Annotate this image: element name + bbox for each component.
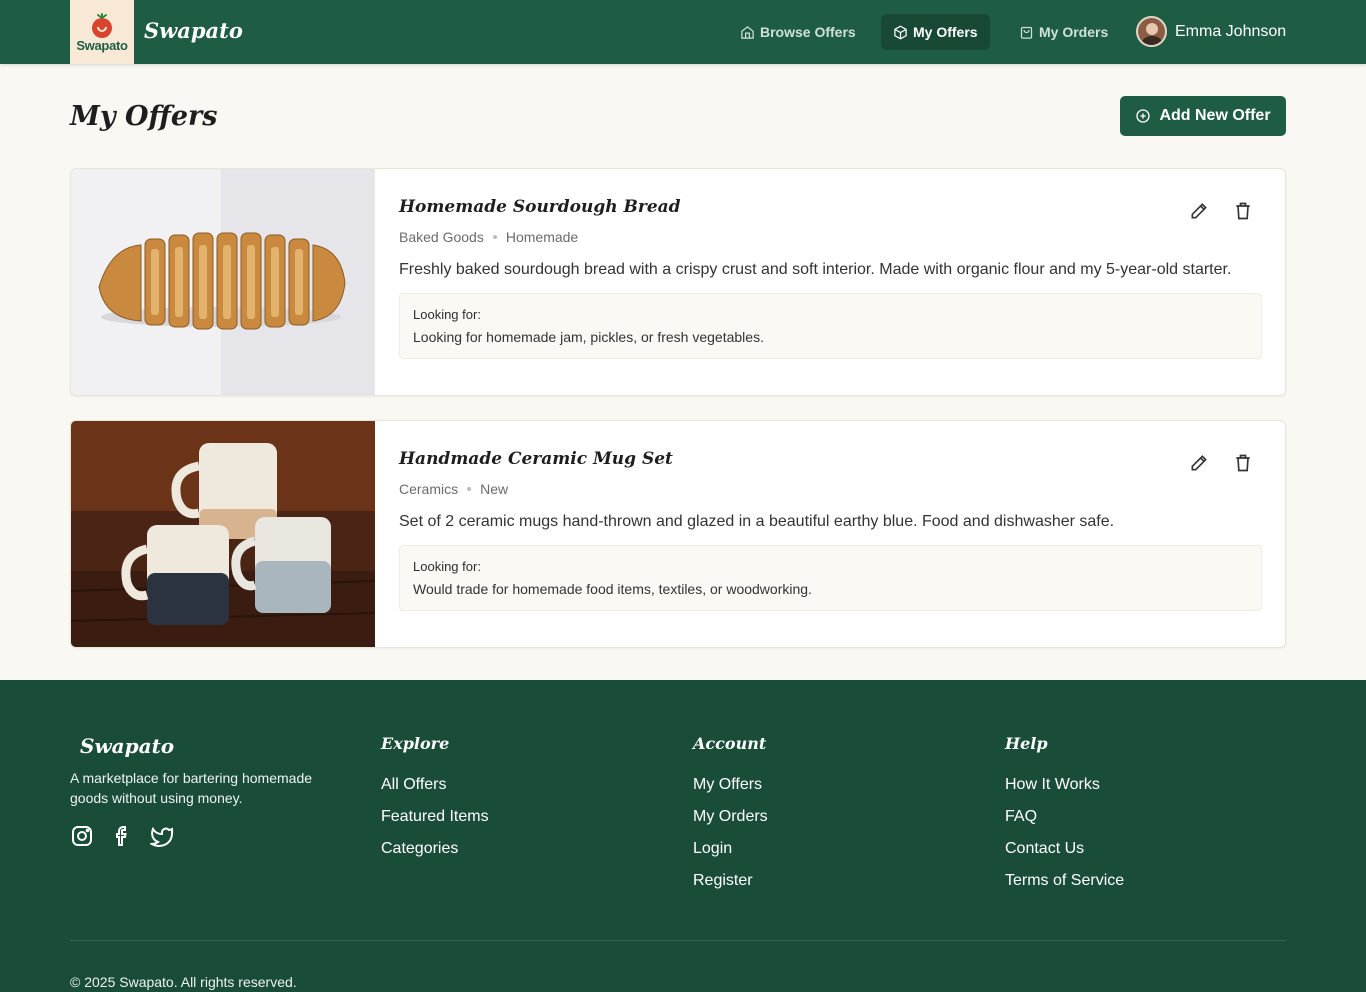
footer-tagline: A marketplace for bartering homemade goo… xyxy=(70,770,313,806)
offer-category: Baked Goods xyxy=(399,229,484,245)
footer-link-how-it-works[interactable]: How It Works xyxy=(1005,769,1124,801)
nav-my-offers[interactable]: My Offers xyxy=(881,14,990,50)
offer-description: Set of 2 ceramic mugs hand-thrown and gl… xyxy=(399,513,1115,530)
footer-divider xyxy=(70,940,1286,941)
trash-icon xyxy=(1236,454,1250,472)
footer-link-my-offers[interactable]: My Offers xyxy=(693,769,768,801)
brand-name[interactable]: Swapato xyxy=(144,18,243,43)
edit-offer-button[interactable] xyxy=(1187,451,1211,475)
nav-label: My Offers xyxy=(913,24,978,40)
offer-title: Homemade Sourdough Bread xyxy=(399,197,681,217)
facebook-icon[interactable] xyxy=(110,824,134,848)
footer-column-account: Account My Offers My Orders Login Regist… xyxy=(693,734,768,897)
package-icon xyxy=(894,25,907,39)
plus-circle-icon xyxy=(1136,109,1151,123)
looking-for-label: Looking for: xyxy=(413,559,481,574)
footer-column-explore: Explore All Offers Featured Items Catego… xyxy=(381,734,489,865)
footer-link-login[interactable]: Login xyxy=(693,833,768,865)
offer-card[interactable]: Homemade Sourdough Bread Baked Goods Hom… xyxy=(70,168,1286,396)
edit-offer-button[interactable] xyxy=(1187,199,1211,223)
home-icon xyxy=(741,25,754,39)
offer-image-bread xyxy=(71,169,375,395)
offer-meta: Baked Goods Homemade xyxy=(399,229,578,245)
footer-column-heading: Explore xyxy=(381,734,450,753)
page-title: My Offers xyxy=(70,101,218,132)
looking-for-label: Looking for: xyxy=(413,307,481,322)
offer-category: Ceramics xyxy=(399,481,459,497)
logo[interactable]: Swapato xyxy=(70,0,134,64)
footer-link-my-orders[interactable]: My Orders xyxy=(693,801,768,833)
footer-link-categories[interactable]: Categories xyxy=(381,833,489,865)
user-menu[interactable]: Emma Johnson xyxy=(1136,16,1286,47)
top-navbar: Swapato Swapato Browse Offers My Offers … xyxy=(0,0,1366,64)
looking-for-box: Looking for: Would trade for homemade fo… xyxy=(399,545,1262,611)
add-new-offer-button[interactable]: Add New Offer xyxy=(1120,96,1286,136)
footer-column-heading: Help xyxy=(1005,734,1048,753)
delete-offer-button[interactable] xyxy=(1231,451,1255,475)
footer: Swapato A marketplace for bartering home… xyxy=(0,680,1366,992)
separator-dot xyxy=(467,487,472,491)
footer-link-faq[interactable]: FAQ xyxy=(1005,801,1124,833)
separator-dot xyxy=(492,235,497,239)
footer-column-heading: Account xyxy=(693,734,767,753)
offer-condition: New xyxy=(480,481,509,497)
offer-description: Freshly baked sourdough bread with a cri… xyxy=(399,261,1232,278)
offer-meta: Ceramics New xyxy=(399,481,508,497)
nav-label: My Orders xyxy=(1039,24,1109,40)
offer-condition: Homemade xyxy=(505,229,579,245)
looking-for-text: Looking for homemade jam, pickles, or fr… xyxy=(413,329,764,345)
instagram-icon[interactable] xyxy=(70,824,94,848)
footer-brand: Swapato xyxy=(80,734,175,758)
social-links xyxy=(70,824,174,848)
logo-text: Swapato xyxy=(76,38,128,53)
footer-link-all-offers[interactable]: All Offers xyxy=(381,769,489,801)
looking-for-text: Would trade for homemade food items, tex… xyxy=(413,581,812,597)
pencil-icon xyxy=(1191,455,1207,471)
avatar xyxy=(1136,16,1167,47)
user-name: Emma Johnson xyxy=(1175,22,1287,40)
tomato-icon xyxy=(92,13,112,38)
add-button-label: Add New Offer xyxy=(1159,107,1271,124)
copyright: © 2025 Swapato. All rights reserved. xyxy=(70,974,297,990)
delete-offer-button[interactable] xyxy=(1231,199,1255,223)
twitter-icon[interactable] xyxy=(150,824,174,848)
footer-link-terms[interactable]: Terms of Service xyxy=(1005,865,1124,897)
trash-icon xyxy=(1236,202,1250,220)
footer-link-featured-items[interactable]: Featured Items xyxy=(381,801,489,833)
shopping-bag-icon xyxy=(1020,26,1033,39)
offer-image-mugs xyxy=(71,421,375,647)
looking-for-box: Looking for: Looking for homemade jam, p… xyxy=(399,293,1262,359)
nav-browse-offers[interactable]: Browse Offers xyxy=(728,14,868,50)
footer-link-contact-us[interactable]: Contact Us xyxy=(1005,833,1124,865)
pencil-icon xyxy=(1191,203,1207,219)
offer-title: Handmade Ceramic Mug Set xyxy=(399,449,673,469)
footer-link-register[interactable]: Register xyxy=(693,865,768,897)
footer-column-help: Help How It Works FAQ Contact Us Terms o… xyxy=(1005,734,1124,897)
offer-card[interactable]: Handmade Ceramic Mug Set Ceramics New Se… xyxy=(70,420,1286,648)
nav-my-orders[interactable]: My Orders xyxy=(1007,14,1120,50)
nav-label: Browse Offers xyxy=(760,24,856,40)
